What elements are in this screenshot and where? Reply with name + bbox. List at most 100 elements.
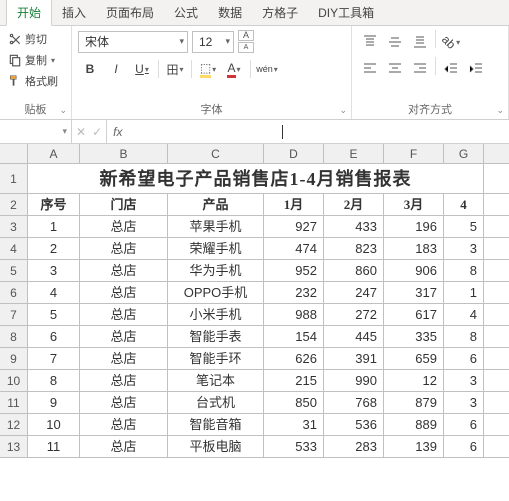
table-cell[interactable]: 总店 (80, 238, 168, 259)
table-header-cell[interactable]: 产品 (168, 194, 264, 215)
table-cell[interactable]: 总店 (80, 414, 168, 435)
column-header[interactable]: G (444, 144, 484, 163)
row-header[interactable]: 3 (0, 216, 28, 237)
row-header[interactable]: 9 (0, 348, 28, 369)
table-cell[interactable]: 4 (28, 282, 80, 303)
align-right-button[interactable] (408, 57, 432, 81)
tab-插入[interactable]: 插入 (52, 0, 96, 25)
table-cell[interactable]: 8 (28, 370, 80, 391)
table-cell[interactable]: 2 (28, 238, 80, 259)
row-header[interactable]: 13 (0, 436, 28, 457)
name-box[interactable]: ▾ (0, 120, 72, 143)
row-header[interactable]: 1 (0, 164, 28, 193)
table-cell[interactable]: 7 (28, 348, 80, 369)
table-cell[interactable]: 3 (444, 370, 484, 391)
table-cell[interactable]: 850 (264, 392, 324, 413)
table-cell[interactable]: 474 (264, 238, 324, 259)
report-title[interactable]: 新希望电子产品销售店1-4月销售报表 (28, 164, 484, 193)
table-header-cell[interactable]: 序号 (28, 194, 80, 215)
column-header[interactable]: D (264, 144, 324, 163)
table-cell[interactable]: 391 (324, 348, 384, 369)
select-all-corner[interactable] (0, 144, 28, 163)
table-cell[interactable]: 3 (444, 238, 484, 259)
align-bottom-button[interactable] (408, 30, 432, 54)
column-header[interactable]: F (384, 144, 444, 163)
fill-color-button[interactable]: ⬚▾ (196, 57, 220, 81)
chevron-down-icon[interactable]: ▾ (180, 65, 184, 74)
column-header[interactable]: E (324, 144, 384, 163)
table-cell[interactable]: 6 (444, 348, 484, 369)
table-cell[interactable]: 626 (264, 348, 324, 369)
chevron-down-icon[interactable]: ▾ (212, 65, 216, 74)
table-cell[interactable]: 4 (444, 304, 484, 325)
table-cell[interactable]: 1 (444, 282, 484, 303)
chevron-down-icon[interactable]: ▾ (237, 65, 241, 74)
table-cell[interactable]: 3 (444, 392, 484, 413)
table-header-cell[interactable]: 3月 (384, 194, 444, 215)
chevron-down-icon[interactable]: ▾ (179, 36, 184, 47)
tab-数据[interactable]: 数据 (208, 0, 252, 25)
table-cell[interactable]: 860 (324, 260, 384, 281)
table-cell[interactable]: 659 (384, 348, 444, 369)
font-name-dropdown[interactable]: 宋体 ▾ (78, 31, 188, 53)
table-cell[interactable]: 荣耀手机 (168, 238, 264, 259)
table-cell[interactable]: 6 (444, 414, 484, 435)
cut-button[interactable]: 剪切 (6, 30, 65, 48)
tab-DIY工具箱[interactable]: DIY工具箱 (308, 0, 384, 25)
cancel-formula-button[interactable]: ✕ (76, 125, 86, 139)
dialog-launcher-icon[interactable]: ⌄ (496, 105, 504, 116)
tab-页面布局[interactable]: 页面布局 (96, 0, 164, 25)
table-cell[interactable]: 3 (28, 260, 80, 281)
table-cell[interactable]: 总店 (80, 370, 168, 391)
row-header[interactable]: 12 (0, 414, 28, 435)
formula-input[interactable] (128, 120, 509, 143)
table-cell[interactable]: 智能手环 (168, 348, 264, 369)
table-header-cell[interactable]: 1月 (264, 194, 324, 215)
decrease-font-button[interactable]: A (238, 42, 254, 53)
table-header-cell[interactable]: 2月 (324, 194, 384, 215)
chevron-down-icon[interactable]: ▾ (274, 65, 278, 74)
row-header[interactable]: 7 (0, 304, 28, 325)
align-left-button[interactable] (358, 57, 382, 81)
table-cell[interactable]: 533 (264, 436, 324, 457)
fx-icon[interactable]: fx (107, 125, 128, 139)
underline-button[interactable]: U▾ (130, 57, 154, 81)
increase-font-button[interactable]: A (238, 30, 254, 41)
table-cell[interactable]: 1 (28, 216, 80, 237)
table-cell[interactable]: 988 (264, 304, 324, 325)
table-cell[interactable]: 183 (384, 238, 444, 259)
table-cell[interactable]: 总店 (80, 348, 168, 369)
table-cell[interactable]: 536 (324, 414, 384, 435)
chevron-down-icon[interactable]: ▾ (51, 56, 55, 65)
border-button[interactable]: 田▾ (163, 57, 187, 81)
table-cell[interactable]: 433 (324, 216, 384, 237)
table-cell[interactable]: 台式机 (168, 392, 264, 413)
table-cell[interactable]: 335 (384, 326, 444, 347)
column-header[interactable]: B (80, 144, 168, 163)
table-cell[interactable]: 12 (384, 370, 444, 391)
table-cell[interactable]: 879 (384, 392, 444, 413)
table-cell[interactable]: 5 (28, 304, 80, 325)
tab-开始[interactable]: 开始 (6, 0, 52, 26)
font-color-button[interactable]: A▾ (222, 57, 246, 81)
chevron-down-icon[interactable]: ▾ (225, 36, 230, 47)
table-cell[interactable]: 889 (384, 414, 444, 435)
table-cell[interactable]: OPPO手机 (168, 282, 264, 303)
font-size-dropdown[interactable]: 12 ▾ (192, 31, 234, 53)
align-top-button[interactable] (358, 30, 382, 54)
tab-方格子[interactable]: 方格子 (252, 0, 308, 25)
table-cell[interactable]: 445 (324, 326, 384, 347)
row-header[interactable]: 5 (0, 260, 28, 281)
table-cell[interactable]: 906 (384, 260, 444, 281)
chevron-down-icon[interactable]: ▾ (62, 126, 67, 137)
format-painter-button[interactable]: 格式刷 (6, 72, 65, 90)
dialog-launcher-icon[interactable]: ⌄ (339, 105, 347, 116)
table-cell[interactable]: 总店 (80, 304, 168, 325)
row-header[interactable]: 11 (0, 392, 28, 413)
table-cell[interactable]: 6 (444, 436, 484, 457)
align-middle-button[interactable] (383, 30, 407, 54)
table-cell[interactable]: 华为手机 (168, 260, 264, 281)
row-header[interactable]: 6 (0, 282, 28, 303)
table-cell[interactable]: 8 (444, 326, 484, 347)
table-cell[interactable]: 总店 (80, 216, 168, 237)
